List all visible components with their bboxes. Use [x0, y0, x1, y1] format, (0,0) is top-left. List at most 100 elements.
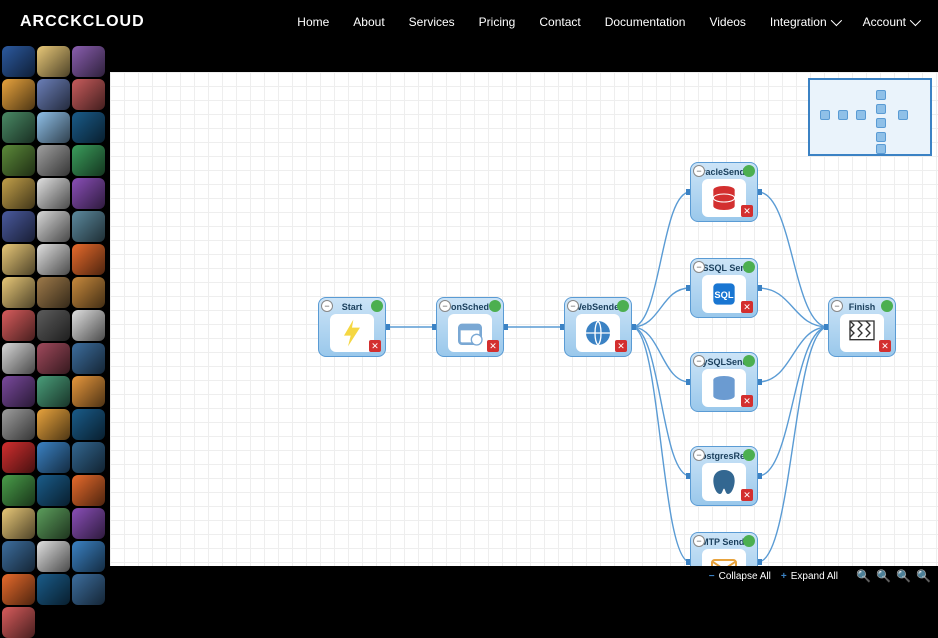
palette-item-6[interactable]: [2, 112, 35, 143]
delete-node-icon[interactable]: ✕: [615, 340, 627, 352]
node-icon: [702, 549, 746, 566]
node-mysql[interactable]: −MySQLSender✕: [690, 352, 758, 412]
delete-node-icon[interactable]: ✕: [741, 205, 753, 217]
node-mssql[interactable]: −MSSQL SenderSQL✕: [690, 258, 758, 318]
nav-contact[interactable]: Contact: [539, 15, 580, 29]
palette-item-1[interactable]: [37, 46, 70, 77]
nav-documentation[interactable]: Documentation: [605, 15, 686, 29]
palette-item-11[interactable]: [72, 145, 105, 176]
palette-item-28[interactable]: [37, 343, 70, 374]
palette-item-43[interactable]: [37, 508, 70, 539]
palette-item-48[interactable]: [2, 574, 35, 605]
palette-item-16[interactable]: [37, 211, 70, 242]
palette-item-25[interactable]: [37, 310, 70, 341]
palette-item-23[interactable]: [72, 277, 105, 308]
zoom-fit-icon[interactable]: 🔍: [896, 569, 910, 583]
node-web[interactable]: −WebSender✕: [564, 297, 632, 357]
palette-item-8[interactable]: [72, 112, 105, 143]
palette-item-35[interactable]: [72, 409, 105, 440]
palette-item-47[interactable]: [72, 541, 105, 572]
zoom-out-icon[interactable]: 🔍: [876, 569, 890, 583]
toolbar-backdrop: [110, 44, 938, 72]
palette-item-26[interactable]: [72, 310, 105, 341]
nav-videos[interactable]: Videos: [709, 15, 745, 29]
status-ok-icon: [743, 165, 755, 177]
palette-item-2[interactable]: [72, 46, 105, 77]
palette-item-31[interactable]: [37, 376, 70, 407]
zoom-reset-icon[interactable]: 🔍: [916, 569, 930, 583]
collapse-icon[interactable]: −: [693, 261, 705, 273]
collapse-icon[interactable]: −: [693, 535, 705, 547]
palette-item-44[interactable]: [72, 508, 105, 539]
delete-node-icon[interactable]: ✕: [741, 395, 753, 407]
palette-item-5[interactable]: [72, 79, 105, 110]
nav-home[interactable]: Home: [297, 15, 329, 29]
delete-node-icon[interactable]: ✕: [741, 489, 753, 501]
node-oracle[interactable]: −OracleSender✕: [690, 162, 758, 222]
svg-text:SQL: SQL: [714, 290, 733, 300]
nav-about[interactable]: About: [353, 15, 384, 29]
minimap[interactable]: [808, 78, 932, 156]
palette-item-45[interactable]: [2, 541, 35, 572]
palette-item-34[interactable]: [37, 409, 70, 440]
palette-item-36[interactable]: [2, 442, 35, 473]
expand-all-button[interactable]: +Expand All: [781, 571, 838, 582]
palette-item-51[interactable]: [2, 607, 35, 638]
palette-item-0[interactable]: [2, 46, 35, 77]
palette-item-14[interactable]: [72, 178, 105, 209]
node-start[interactable]: −Start✕: [318, 297, 386, 357]
node-finish[interactable]: −Finish✕: [828, 297, 896, 357]
palette-item-50[interactable]: [72, 574, 105, 605]
palette-item-18[interactable]: [2, 244, 35, 275]
collapse-icon[interactable]: −: [693, 449, 705, 461]
palette-item-21[interactable]: [2, 277, 35, 308]
palette-item-17[interactable]: [72, 211, 105, 242]
palette-item-19[interactable]: [37, 244, 70, 275]
delete-node-icon[interactable]: ✕: [879, 340, 891, 352]
palette-item-37[interactable]: [37, 442, 70, 473]
palette-item-20[interactable]: [72, 244, 105, 275]
collapse-all-button[interactable]: −Collapse All: [709, 571, 771, 582]
palette-item-42[interactable]: [2, 508, 35, 539]
palette-item-41[interactable]: [72, 475, 105, 506]
palette-item-29[interactable]: [72, 343, 105, 374]
palette-item-13[interactable]: [37, 178, 70, 209]
palette-item-32[interactable]: [72, 376, 105, 407]
palette-item-12[interactable]: [2, 178, 35, 209]
collapse-icon[interactable]: −: [439, 300, 451, 312]
nav-integration[interactable]: Integration: [770, 15, 839, 29]
status-ok-icon: [617, 300, 629, 312]
node-cron[interactable]: −CronScheduler✕: [436, 297, 504, 357]
palette-item-49[interactable]: [37, 574, 70, 605]
workflow-canvas[interactable]: −Start✕ −CronScheduler✕ −WebSender✕ −Oracle…: [110, 72, 938, 566]
collapse-icon[interactable]: −: [567, 300, 579, 312]
node-postgres[interactable]: −PostgresReceiver✕: [690, 446, 758, 506]
collapse-icon[interactable]: −: [831, 300, 843, 312]
nav-pricing[interactable]: Pricing: [479, 15, 516, 29]
node-smtp[interactable]: −SMTP Sender✕: [690, 532, 758, 566]
delete-node-icon[interactable]: ✕: [487, 340, 499, 352]
collapse-icon[interactable]: −: [693, 355, 705, 367]
palette-item-39[interactable]: [2, 475, 35, 506]
palette-item-24[interactable]: [2, 310, 35, 341]
palette-item-15[interactable]: [2, 211, 35, 242]
palette-item-9[interactable]: [2, 145, 35, 176]
palette-item-33[interactable]: [2, 409, 35, 440]
collapse-icon[interactable]: −: [693, 165, 705, 177]
palette-item-10[interactable]: [37, 145, 70, 176]
palette-item-27[interactable]: [2, 343, 35, 374]
palette-item-30[interactable]: [2, 376, 35, 407]
zoom-in-icon[interactable]: 🔍: [856, 569, 870, 583]
palette-item-3[interactable]: [2, 79, 35, 110]
palette-item-38[interactable]: [72, 442, 105, 473]
delete-node-icon[interactable]: ✕: [741, 301, 753, 313]
nav-services[interactable]: Services: [409, 15, 455, 29]
palette-item-22[interactable]: [37, 277, 70, 308]
palette-item-40[interactable]: [37, 475, 70, 506]
palette-item-7[interactable]: [37, 112, 70, 143]
delete-node-icon[interactable]: ✕: [369, 340, 381, 352]
collapse-icon[interactable]: −: [321, 300, 333, 312]
palette-item-4[interactable]: [37, 79, 70, 110]
palette-item-46[interactable]: [37, 541, 70, 572]
nav-account[interactable]: Account: [863, 15, 918, 29]
